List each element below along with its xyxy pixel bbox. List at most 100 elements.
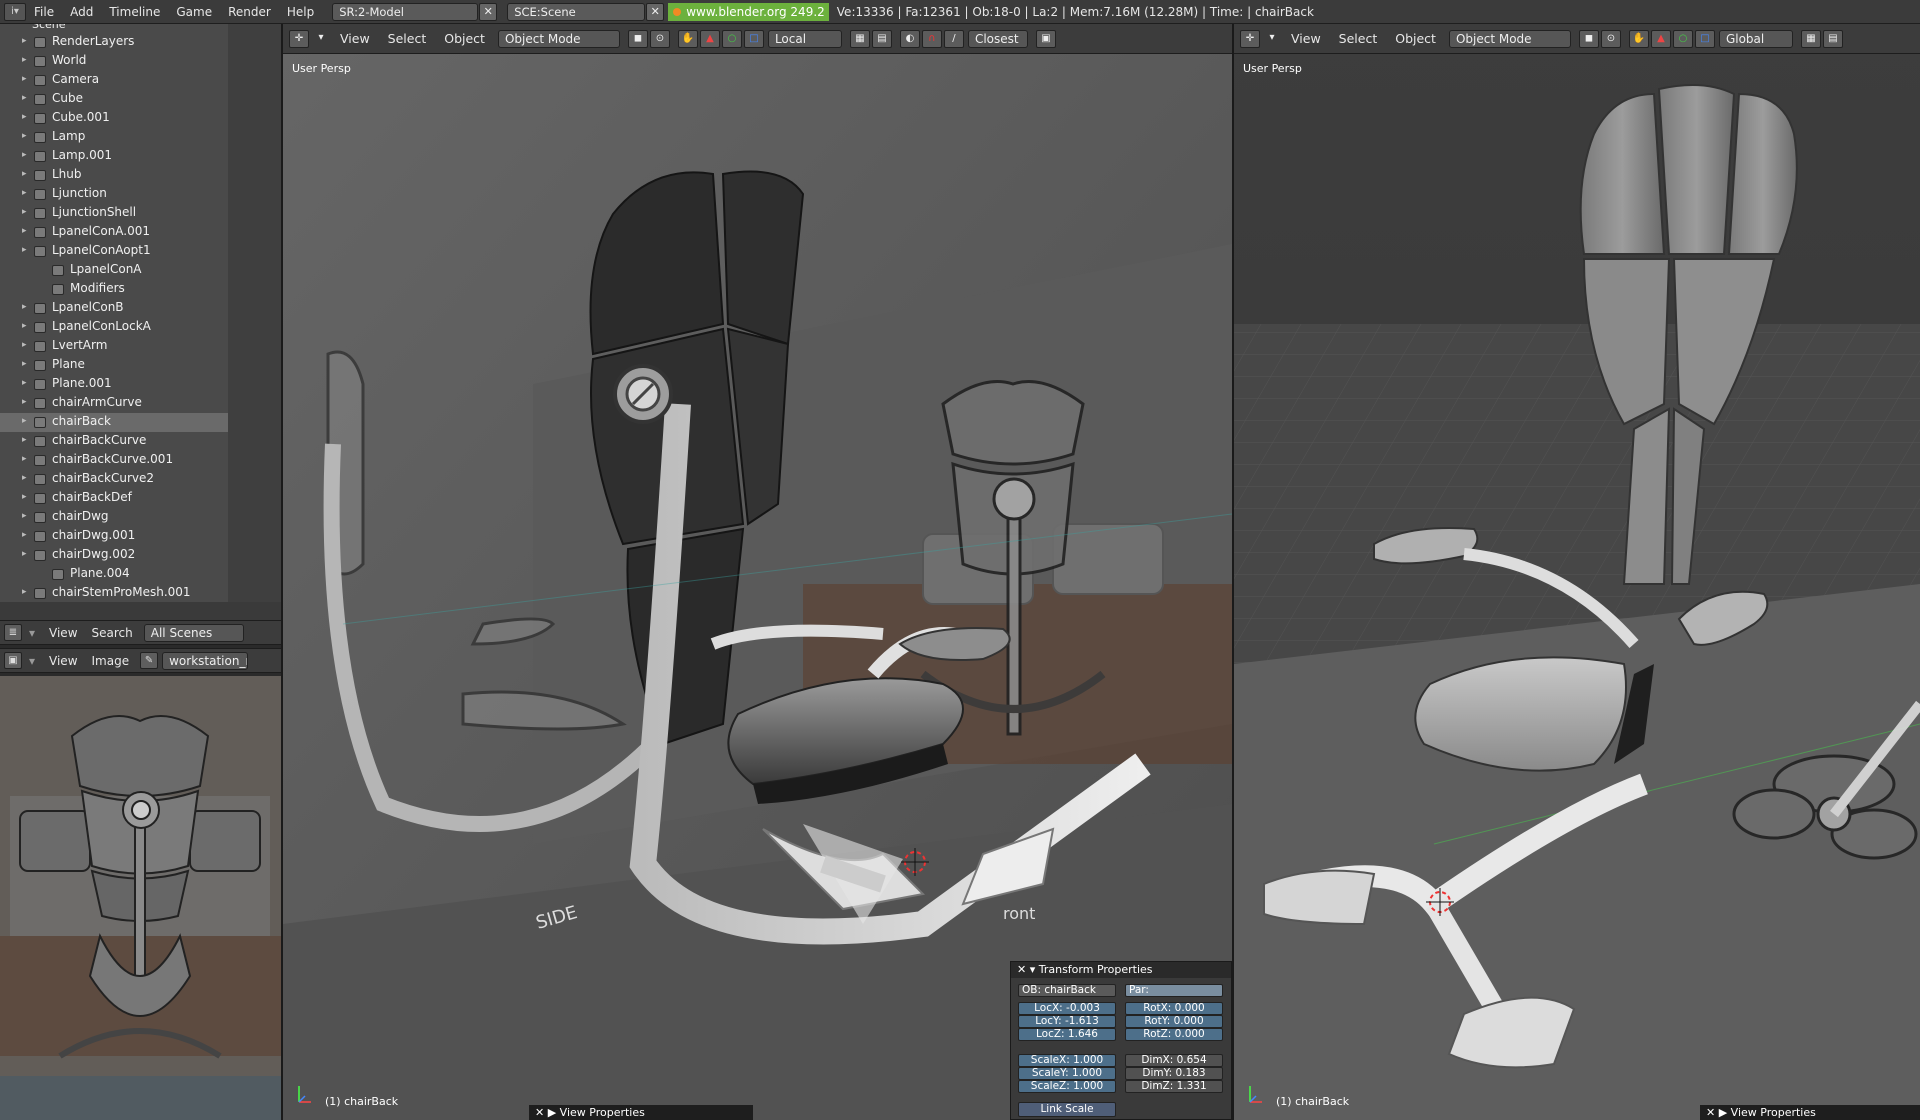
- expand-arrow-icon[interactable]: ▸: [22, 226, 30, 238]
- menu-game[interactable]: Game: [168, 5, 220, 19]
- viewport-3d-left[interactable]: ✛ ▾ View Select Object Object Mode ◼ ⊙ ✋…: [283, 24, 1232, 1120]
- vp-left-view-menu[interactable]: View: [331, 31, 379, 46]
- menu-timeline[interactable]: Timeline: [101, 5, 168, 19]
- pivot-icon[interactable]: ⊙: [649, 29, 670, 48]
- object-name-field[interactable]: OB: chairBack: [1018, 984, 1116, 997]
- expand-arrow-icon[interactable]: ▸: [22, 359, 30, 371]
- vp-right-view-menu[interactable]: View: [1282, 31, 1330, 46]
- expand-arrow-icon[interactable]: ▸: [22, 207, 30, 219]
- expand-arrow-icon[interactable]: ▸: [22, 530, 30, 542]
- expand-arrow-icon[interactable]: ▸: [22, 245, 30, 257]
- image-view-menu[interactable]: View: [42, 654, 84, 668]
- area-divider[interactable]: [1232, 24, 1234, 1120]
- scalez-field[interactable]: ScaleZ: 1.000: [1018, 1080, 1116, 1093]
- vp-left-orientation-select[interactable]: Local: [767, 29, 842, 48]
- expand-arrow-icon[interactable]: ▸: [22, 435, 30, 447]
- draw-type-icon[interactable]: ◼: [627, 29, 648, 48]
- rotate-icon[interactable]: ○: [721, 29, 742, 48]
- draw-type-icon[interactable]: ◼: [1578, 29, 1599, 48]
- expand-arrow-icon[interactable]: ▸: [22, 112, 30, 124]
- rotx-field[interactable]: RotX: 0.000: [1125, 1002, 1223, 1015]
- expand-arrow-icon[interactable]: ▸: [22, 74, 30, 86]
- screen-delete-button[interactable]: ✕: [479, 2, 498, 21]
- expand-arrow-icon[interactable]: ▸: [22, 454, 30, 466]
- expand-arrow-icon[interactable]: ▸: [22, 416, 30, 428]
- expand-arrow-icon[interactable]: [40, 283, 48, 295]
- expand-arrow-icon[interactable]: ▸: [22, 150, 30, 162]
- collapse-arrow-icon[interactable]: ▾: [311, 30, 331, 48]
- lock-layers-icon[interactable]: ▤: [871, 29, 892, 48]
- vp-right-orientation-select[interactable]: Global: [1718, 29, 1793, 48]
- scale-icon[interactable]: □: [743, 29, 764, 48]
- expand-arrow-icon[interactable]: ▸: [22, 492, 30, 504]
- dimx-field[interactable]: DimX: 0.654: [1125, 1054, 1223, 1067]
- info-editor-icon[interactable]: i▾: [4, 2, 26, 21]
- scene-name-field[interactable]: SCE:Scene: [507, 2, 646, 21]
- vp-right-object-menu[interactable]: Object: [1386, 31, 1445, 46]
- occlude-icon[interactable]: ◐: [899, 29, 920, 48]
- image-image-menu[interactable]: Image: [85, 654, 137, 668]
- layers-icon[interactable]: ▦: [1800, 29, 1821, 48]
- expand-arrow-icon[interactable]: ▸: [22, 549, 30, 561]
- magnet-icon[interactable]: ∩: [921, 29, 942, 48]
- rotz-field[interactable]: RotZ: 0.000: [1125, 1028, 1223, 1041]
- expand-arrow-icon[interactable]: ▸: [22, 55, 30, 67]
- expand-arrow-icon[interactable]: ▸: [22, 511, 30, 523]
- outliner-search-menu[interactable]: Search: [85, 626, 140, 640]
- vp-right-view-properties-tab[interactable]: ✕ ▶ View Properties: [1700, 1105, 1920, 1120]
- transform-panel-title[interactable]: ✕ ▾ Transform Properties: [1011, 962, 1231, 978]
- menu-add[interactable]: Add: [62, 5, 101, 19]
- link-scale-button[interactable]: Link Scale: [1018, 1102, 1116, 1117]
- pencil-icon[interactable]: ✎: [140, 652, 159, 669]
- expand-arrow-icon[interactable]: ▸: [22, 340, 30, 352]
- close-icon[interactable]: ✕ ▾: [1017, 963, 1039, 976]
- roty-field[interactable]: RotY: 0.000: [1125, 1015, 1223, 1028]
- layers-icon[interactable]: ▦: [849, 29, 870, 48]
- view3d-editor-icon[interactable]: ✛: [289, 29, 309, 48]
- scale-icon[interactable]: □: [1694, 29, 1715, 48]
- vp-left-select-menu[interactable]: Select: [379, 31, 436, 46]
- vp-left-snap-select[interactable]: Closest: [967, 29, 1028, 48]
- screen-name-field[interactable]: SR:2-Model: [332, 2, 479, 21]
- locy-field[interactable]: LocY: -1.613: [1018, 1015, 1116, 1028]
- menu-render[interactable]: Render: [220, 5, 279, 19]
- locz-field[interactable]: LocZ: 1.646: [1018, 1028, 1116, 1041]
- expand-arrow-icon[interactable]: ▸: [22, 188, 30, 200]
- vp-right-select-menu[interactable]: Select: [1330, 31, 1387, 46]
- vp-left-mode-select[interactable]: Object Mode: [497, 29, 620, 48]
- outliner-view-menu[interactable]: View: [42, 626, 84, 640]
- collapse-arrow-icon[interactable]: ▾: [22, 654, 42, 668]
- translate-icon[interactable]: ▲: [699, 29, 720, 48]
- collapse-arrow-icon[interactable]: ▾: [22, 626, 42, 640]
- snap-icon[interactable]: /: [943, 29, 964, 48]
- image-preview[interactable]: [0, 676, 281, 1120]
- expand-arrow-icon[interactable]: [40, 264, 48, 276]
- expand-arrow-icon[interactable]: ▸: [22, 93, 30, 105]
- blender-url-badge[interactable]: www.blender.org 249.2: [668, 2, 829, 21]
- vp-right-mode-select[interactable]: Object Mode: [1448, 29, 1571, 48]
- locx-field[interactable]: LocX: -0.003: [1018, 1002, 1116, 1015]
- scene-delete-button[interactable]: ✕: [646, 2, 665, 21]
- outliner-scrollbar[interactable]: [0, 602, 281, 620]
- expand-arrow-icon[interactable]: ▸: [22, 302, 30, 314]
- dimz-field[interactable]: DimZ: 1.331: [1125, 1080, 1223, 1093]
- manipulator-hand-icon[interactable]: ✋: [677, 29, 698, 48]
- area-divider[interactable]: [281, 24, 283, 1120]
- parent-field[interactable]: Par:: [1125, 984, 1223, 997]
- expand-arrow-icon[interactable]: ▸: [22, 169, 30, 181]
- render-preview-icon[interactable]: ▣: [1035, 29, 1056, 48]
- close-icon[interactable]: ✕ ▶: [1706, 1106, 1731, 1119]
- expand-arrow-icon[interactable]: ▸: [22, 321, 30, 333]
- menu-file[interactable]: File: [26, 5, 62, 19]
- expand-arrow-icon[interactable]: ▸: [22, 587, 30, 599]
- pivot-icon[interactable]: ⊙: [1600, 29, 1621, 48]
- expand-arrow-icon[interactable]: [40, 568, 48, 580]
- expand-arrow-icon[interactable]: ▸: [22, 131, 30, 143]
- viewport-3d-right[interactable]: ✛ ▾ View Select Object Object Mode ◼ ⊙ ✋…: [1234, 24, 1920, 1120]
- outliner-scope-select[interactable]: All Scenes: [143, 623, 244, 642]
- expand-arrow-icon[interactable]: ▸: [22, 36, 30, 48]
- scaley-field[interactable]: ScaleY: 1.000: [1018, 1067, 1116, 1080]
- collapse-arrow-icon[interactable]: ▾: [1262, 30, 1282, 48]
- vp-left-object-menu[interactable]: Object: [435, 31, 494, 46]
- image-editor-icon[interactable]: ▣: [4, 652, 22, 669]
